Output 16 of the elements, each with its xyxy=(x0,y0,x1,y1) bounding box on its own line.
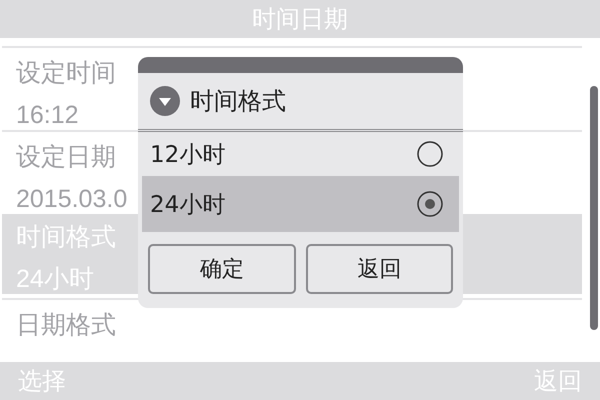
item-value: 16:12 xyxy=(16,100,79,130)
back-button[interactable]: 返回 xyxy=(306,244,453,294)
format-option[interactable]: 24小时 xyxy=(142,176,459,232)
scrollbar[interactable] xyxy=(590,86,598,330)
dialog-title: 时间格式 xyxy=(190,86,286,117)
confirm-button[interactable]: 确定 xyxy=(148,244,296,294)
item-value: 2015.03.0 xyxy=(16,184,128,214)
dropdown-icon xyxy=(150,86,180,116)
item-label: 设定日期 xyxy=(16,142,116,172)
option-label: 12小时 xyxy=(150,140,226,170)
radio-button[interactable] xyxy=(417,141,443,167)
item-label: 日期格式 xyxy=(16,310,116,340)
option-label: 24小时 xyxy=(150,190,226,220)
radio-button[interactable] xyxy=(417,191,443,217)
format-option[interactable]: 12小时 xyxy=(142,132,459,176)
item-label: 设定时间 xyxy=(16,58,116,88)
